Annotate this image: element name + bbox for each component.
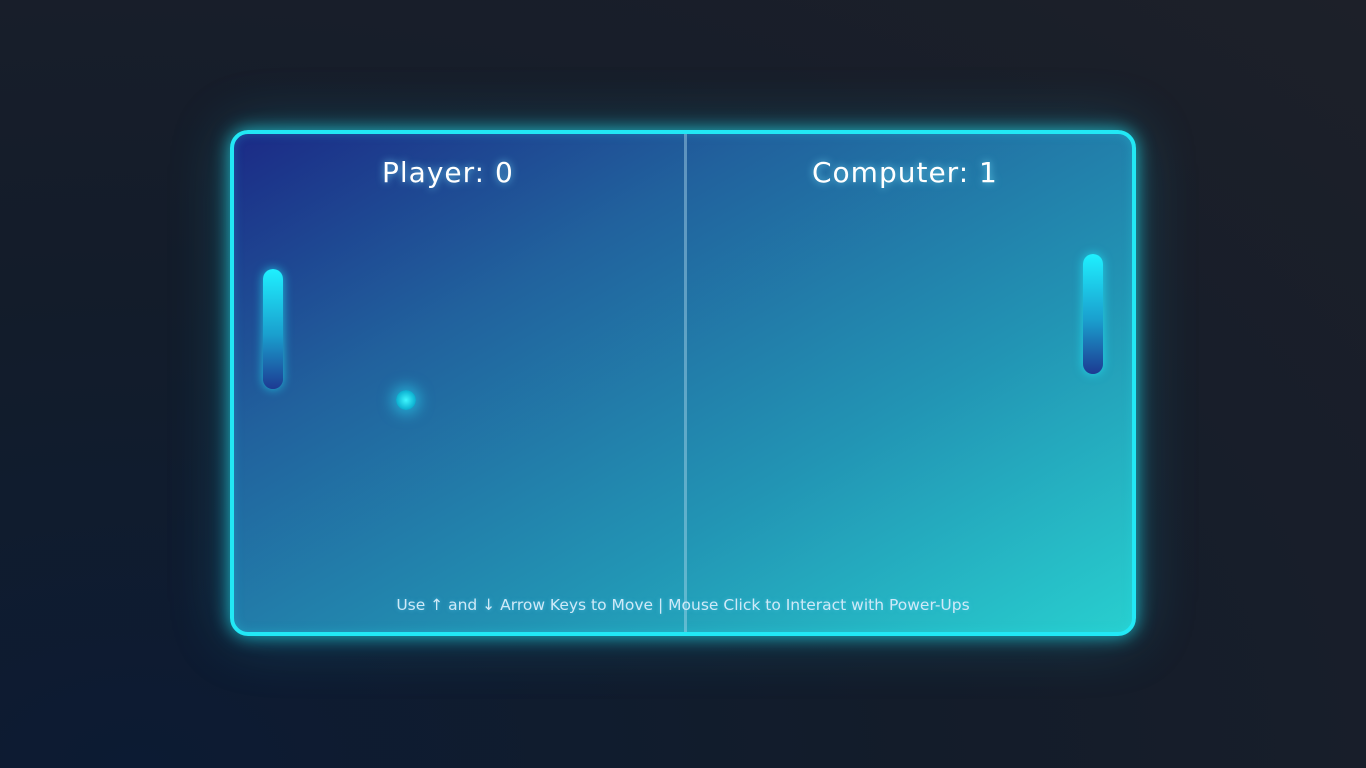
computer-score: Computer: 1 <box>812 156 998 189</box>
game-board[interactable]: Player: 0 Computer: 1 Use ↑ and ↓ Arrow … <box>230 130 1136 636</box>
center-line <box>684 134 687 632</box>
player-paddle[interactable] <box>263 269 283 389</box>
computer-paddle <box>1083 254 1103 374</box>
controls-instructions: Use ↑ and ↓ Arrow Keys to Move | Mouse C… <box>396 596 970 614</box>
player-score: Player: 0 <box>382 156 514 189</box>
ball <box>396 390 416 410</box>
